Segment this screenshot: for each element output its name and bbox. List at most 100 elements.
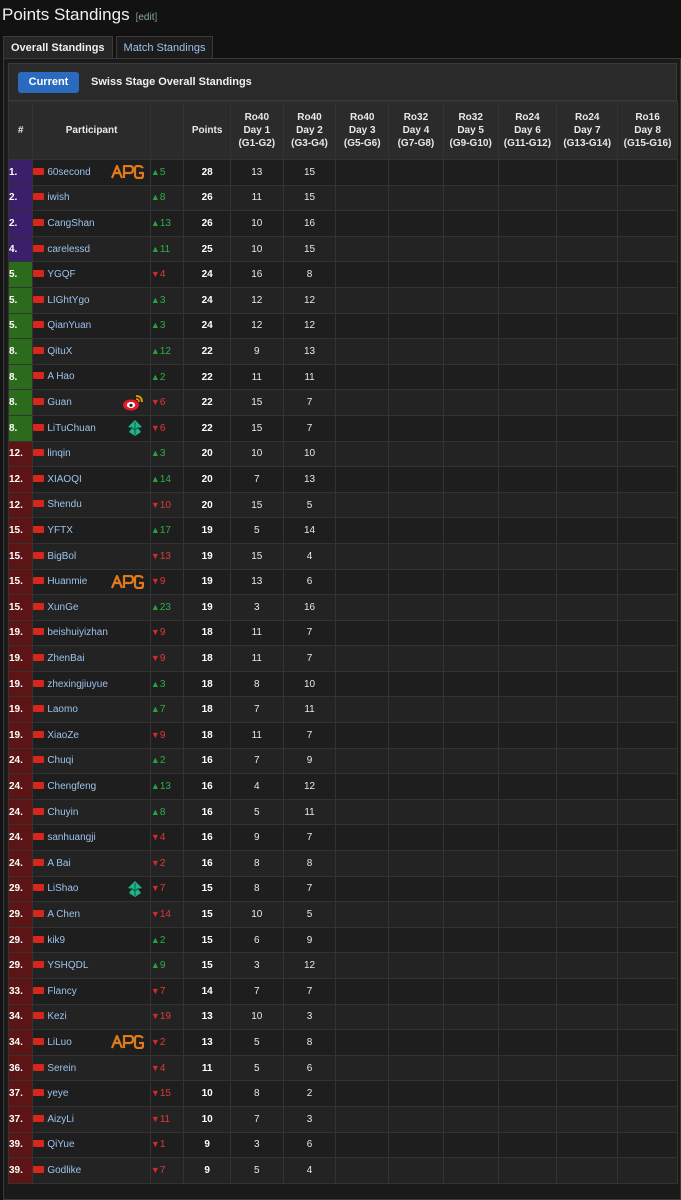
participant-name[interactable]: ZhenBai	[47, 653, 84, 664]
day-6-cell	[497, 619, 558, 647]
participant-name[interactable]: Flancy	[47, 986, 76, 997]
day-6-cell	[497, 1003, 558, 1031]
day-4-cell	[388, 261, 444, 288]
participant-cell: LiShao	[32, 875, 151, 903]
day-2-cell: 12	[282, 286, 337, 314]
change-value: 3	[159, 320, 166, 332]
participant-name[interactable]: linqin	[47, 448, 70, 459]
table-row: 24. Chuqi ▲2 16 7 9	[7, 747, 678, 775]
participant-name[interactable]: Godlike	[47, 1165, 81, 1176]
participant-name[interactable]: CangShan	[47, 218, 94, 229]
participant-name[interactable]: carelessd	[47, 244, 90, 255]
arrow-up-icon: ▲	[150, 525, 160, 536]
china-flag-icon	[33, 526, 45, 534]
participant-cell: Serein	[32, 1054, 151, 1082]
participant-name[interactable]: Kezi	[47, 1011, 66, 1022]
participant-name[interactable]: LiShao	[47, 883, 78, 894]
table-row: 34. LiLuo ▼2 13 5 8	[7, 1029, 678, 1056]
participant-name[interactable]: QiYue	[47, 1139, 74, 1150]
participant-name[interactable]: yeye	[47, 1088, 68, 1099]
table-row: 8. Guan ▼6 22 15 7	[7, 389, 678, 416]
china-flag-icon	[33, 602, 45, 610]
participant-name[interactable]: A Bai	[47, 858, 70, 869]
change-cell: ▲3	[149, 670, 185, 698]
change-cell: ▼7	[149, 875, 185, 903]
participant-name[interactable]: LiTuChuan	[47, 423, 96, 434]
day-7-cell	[556, 542, 619, 570]
change-value: 4	[159, 1062, 166, 1074]
participant-name[interactable]: BigBol	[47, 551, 76, 562]
day-2-cell: 11	[282, 363, 337, 391]
china-flag-icon	[33, 833, 45, 841]
day-8-cell	[617, 414, 678, 442]
edit-link[interactable]: edit	[138, 12, 154, 23]
participant-name[interactable]: YFTX	[47, 525, 73, 536]
header-day-3: Ro40 Day 3 (G5-G6)	[335, 101, 390, 160]
participant-name[interactable]: A Hao	[47, 371, 74, 382]
participant-name[interactable]: QituX	[47, 346, 72, 357]
table-row: 15. BigBol ▼13 19 15 4	[7, 542, 678, 570]
participant-name[interactable]: LIGhtYgo	[47, 295, 89, 306]
participant-name[interactable]: YGQF	[47, 269, 75, 280]
participant-name[interactable]: XunGe	[47, 602, 78, 613]
change-cell: ▲13	[149, 773, 185, 800]
day-2-cell: 15	[282, 184, 337, 212]
participant-name[interactable]: Huanmie	[47, 576, 87, 587]
participant-name[interactable]: Shendu	[47, 499, 81, 510]
change-cell: ▼1	[149, 1131, 185, 1159]
participant-name[interactable]: iwish	[47, 192, 69, 203]
change-value: 7	[159, 704, 166, 716]
change-cell: ▲5	[149, 159, 185, 186]
day-6-cell	[497, 722, 558, 749]
participant-name[interactable]: QianYuan	[47, 320, 91, 331]
participant-cell: beishuiyizhan	[32, 619, 151, 647]
day-1-cell: 10	[229, 1003, 284, 1031]
day-4-cell	[388, 1029, 444, 1056]
day-7-cell	[556, 1131, 619, 1159]
points-cell: 18	[183, 645, 231, 672]
day-2-cell: 11	[282, 696, 337, 724]
participant-cell: XIAOQI	[32, 466, 151, 493]
participant-name[interactable]: kik9	[47, 935, 65, 946]
standings-body: 1. 60second ▲5 28 13 15 2. iwish ▲8 26 11 15 2. CangS…	[7, 159, 678, 1184]
day-3-cell	[335, 645, 390, 672]
arrow-up-icon: ▲	[150, 192, 160, 203]
participant-name[interactable]: zhexingjiuyue	[47, 679, 108, 690]
participant-name[interactable]: LiLuo	[47, 1037, 71, 1048]
arrow-down-icon: ▼	[150, 1088, 160, 1099]
participant-name[interactable]: sanhuangji	[47, 832, 95, 843]
participant-name[interactable]: XIAOQI	[47, 474, 81, 485]
participant-name[interactable]: AizyLi	[47, 1114, 74, 1125]
participant-cell: kik9	[32, 926, 151, 954]
participant-name[interactable]: Guan	[47, 397, 71, 408]
participant-name[interactable]: 60second	[47, 167, 90, 178]
current-button[interactable]: Current	[18, 71, 79, 93]
participant-cell: Chuyin	[32, 798, 151, 826]
day-7-cell	[556, 363, 619, 391]
participant-name[interactable]: beishuiyizhan	[47, 627, 108, 638]
participant-name[interactable]: Chuyin	[47, 807, 78, 818]
day-3-cell	[335, 594, 390, 621]
day-7-cell	[556, 619, 619, 647]
participant-name[interactable]: YSHQDL	[47, 960, 88, 971]
table-row: 24. Chuyin ▲8 16 5 11	[7, 798, 678, 826]
participant-name[interactable]: Chuqi	[47, 755, 73, 766]
day-1-cell: 8	[229, 875, 284, 903]
participant-name[interactable]: XiaoZe	[47, 730, 79, 741]
day-8-cell	[617, 645, 678, 672]
arrow-up-icon: ▲	[150, 345, 160, 356]
participant-name[interactable]: Chengfeng	[47, 781, 96, 792]
day-4-cell	[388, 1003, 444, 1031]
tab-match-standings[interactable]: Match Standings	[115, 36, 214, 58]
tab-overall-standings[interactable]: Overall Standings	[3, 36, 113, 58]
participant-name[interactable]: Serein	[47, 1063, 76, 1074]
day-1-cell: 10	[229, 235, 284, 263]
edit-link-wrapper[interactable]: [edit]	[136, 12, 158, 23]
change-value: 6	[159, 422, 166, 434]
rank-cell: 15.	[7, 517, 34, 544]
participant-name[interactable]: A Chen	[47, 909, 80, 920]
day-8-cell	[617, 670, 678, 698]
day-2-cell: 7	[282, 389, 337, 416]
day-3-cell	[335, 901, 390, 928]
participant-name[interactable]: Laomo	[47, 704, 78, 715]
